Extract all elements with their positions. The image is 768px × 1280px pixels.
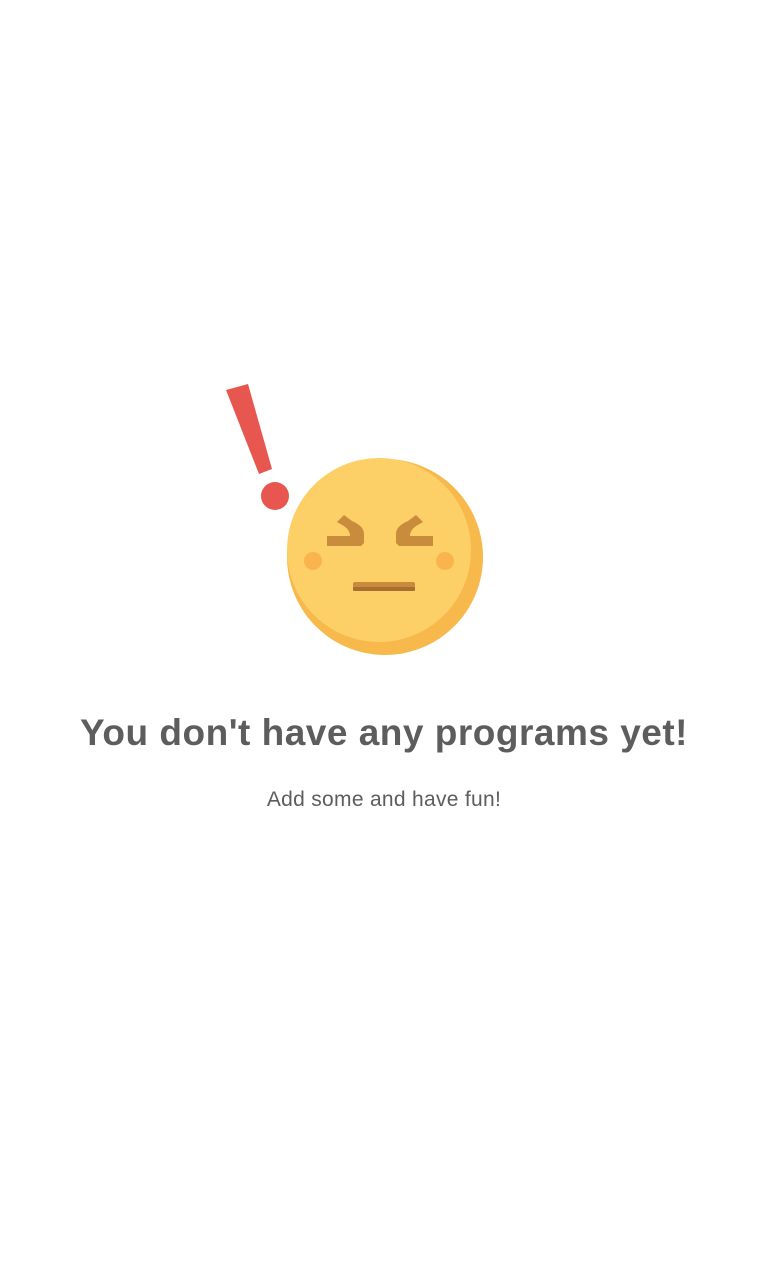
empty-state-subtitle: Add some and have fun!	[266, 788, 502, 811]
exclamation-mark-icon	[226, 384, 289, 510]
empty-state-title: You don't have any programs yet!	[80, 712, 688, 753]
frustrated-face-emoji-icon	[226, 384, 483, 655]
empty-state: You don't have any programs yet! Add som…	[0, 0, 768, 1280]
face	[287, 458, 483, 655]
